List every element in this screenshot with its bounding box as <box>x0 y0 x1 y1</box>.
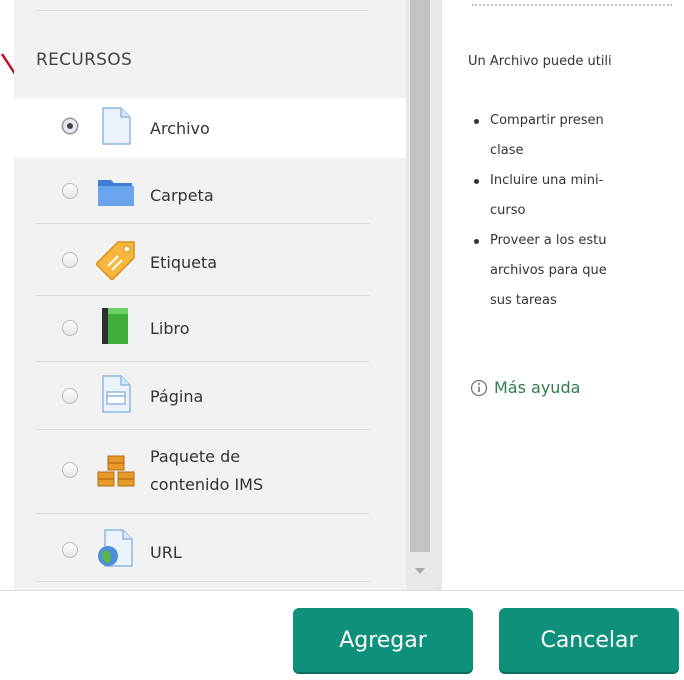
module-label: Paquete de contenido IMS <box>150 447 264 494</box>
ims-package-icon <box>97 455 135 487</box>
help-bullet: Proveer a los estu archivos para que sus… <box>468 226 607 316</box>
module-option-pagina[interactable]: Página <box>14 362 406 430</box>
add-button[interactable]: Agregar <box>293 608 473 672</box>
help-intro-text: Un Archivo puede utili <box>468 54 612 69</box>
panel-divider <box>434 0 442 590</box>
radio-url[interactable] <box>62 542 78 558</box>
module-option-paquete-ims[interactable]: Paquete de contenido IMS <box>14 430 406 514</box>
file-icon <box>102 107 131 145</box>
module-option-carpeta[interactable]: Carpeta <box>14 158 406 224</box>
help-panel: Un Archivo puede utili Compartir presen … <box>442 0 684 590</box>
module-option-url[interactable]: URL <box>14 514 406 582</box>
radio-pagina[interactable] <box>62 388 78 404</box>
more-help-link[interactable]: Más ayuda <box>470 378 580 397</box>
scroll-down-arrow[interactable] <box>406 560 434 584</box>
list-divider <box>36 10 368 11</box>
radio-libro[interactable] <box>62 320 78 336</box>
module-option-archivo[interactable]: Archivo <box>14 98 406 158</box>
module-label: Archivo <box>150 119 210 138</box>
module-option-etiqueta[interactable]: Etiqueta <box>14 224 406 296</box>
info-icon <box>470 379 488 396</box>
module-label: Página <box>150 387 204 406</box>
help-bullet: Compartir presen clase <box>468 106 607 166</box>
radio-paquete-ims[interactable] <box>62 462 78 478</box>
chevron-down-icon <box>415 568 425 574</box>
module-label: Carpeta <box>150 186 214 205</box>
radio-archivo[interactable] <box>62 118 78 134</box>
help-bullet-list: Compartir presen clase Incluire una mini… <box>468 106 607 316</box>
help-bullet: Incluire una mini- curso <box>468 166 607 226</box>
folder-icon <box>98 180 134 206</box>
url-globe-icon <box>98 529 133 567</box>
module-option-libro[interactable]: Libro <box>14 296 406 362</box>
section-heading: RECURSOS <box>36 50 133 70</box>
footer-divider <box>0 590 684 591</box>
scrollbar-thumb[interactable] <box>410 0 430 552</box>
module-label: URL <box>150 543 182 562</box>
cancel-button[interactable]: Cancelar <box>499 608 679 672</box>
module-label: Libro <box>150 319 190 338</box>
module-label: Etiqueta <box>150 253 218 272</box>
label-tag-icon <box>96 241 135 280</box>
radio-carpeta[interactable] <box>62 183 78 199</box>
radio-etiqueta[interactable] <box>62 252 78 268</box>
page-icon <box>102 375 131 413</box>
book-icon <box>102 308 128 344</box>
